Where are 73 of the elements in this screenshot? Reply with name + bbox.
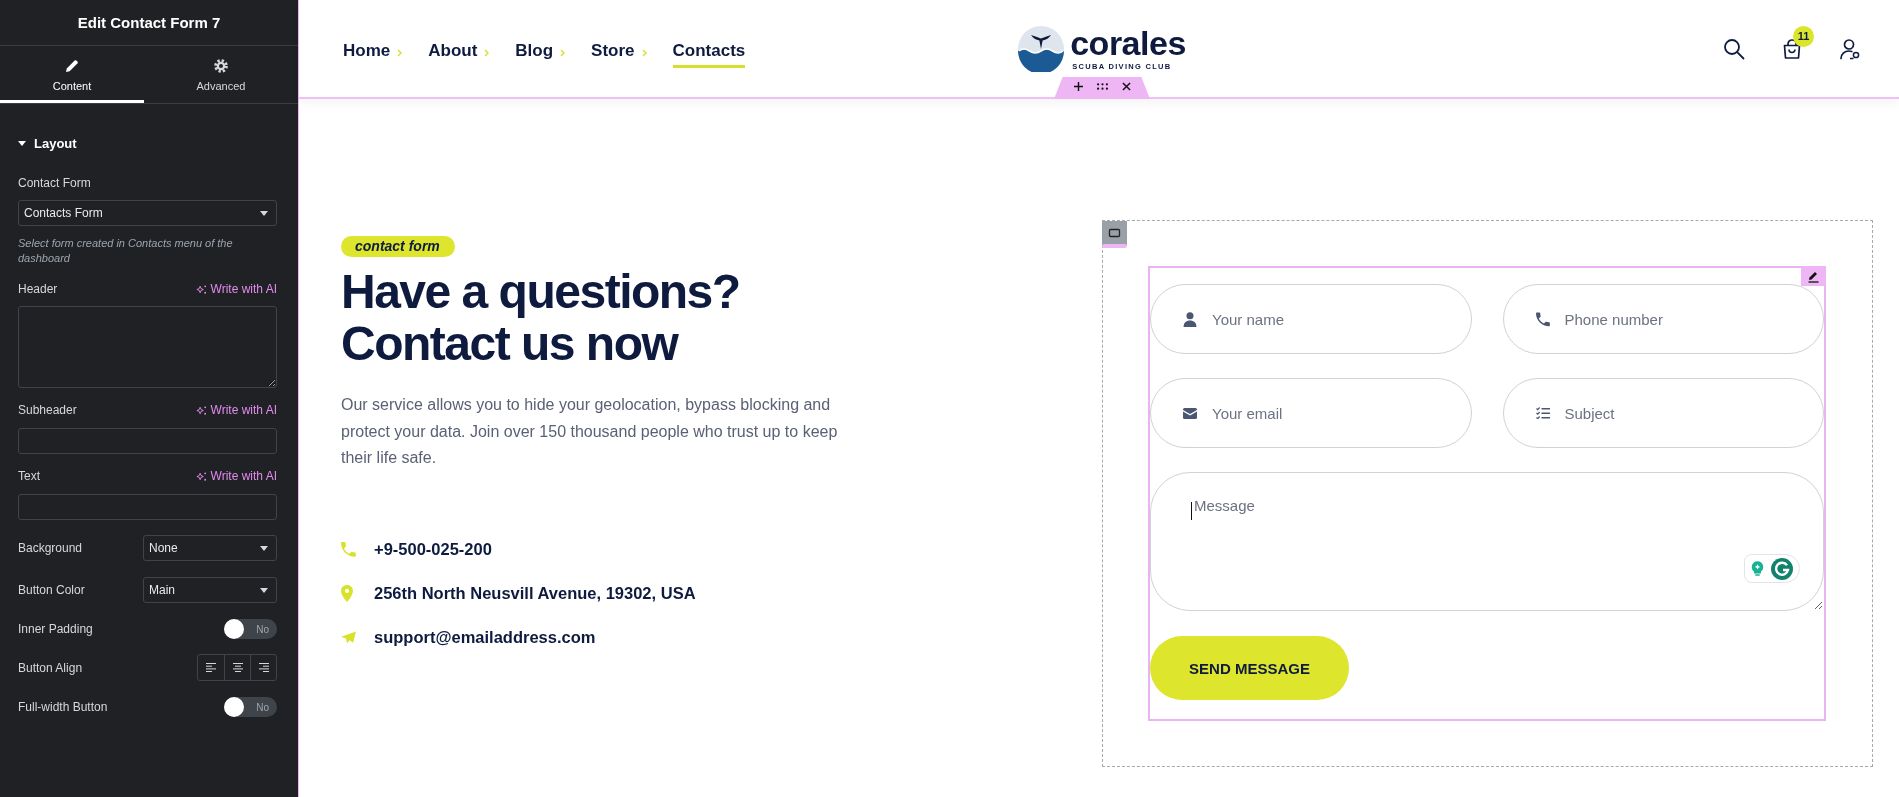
panel-tab[interactable]: Content	[0, 46, 144, 103]
pencil-icon	[65, 58, 79, 73]
field-label: Inner Padding	[18, 622, 93, 636]
intro-paragraph: Our service allows you to hide your geolocation, bypass blocking and protect your data. Join over 150 thousand people who trust up to keep their life safe.	[341, 395, 839, 468]
field-label: Header	[18, 282, 58, 296]
nav-link[interactable]: Store	[591, 37, 647, 68]
dropdown[interactable]: Main	[143, 577, 277, 603]
panel-title: Edit Contact Form 7	[77, 14, 221, 31]
phone-number-text: +9-500-025-200	[374, 539, 492, 559]
toggle-switch[interactable]: No	[224, 619, 277, 639]
cart-count-badge: 11	[1793, 25, 1814, 47]
caret-down-icon	[260, 587, 268, 593]
close-icon[interactable]	[1121, 81, 1131, 91]
nav-link[interactable]: Blog	[515, 37, 566, 68]
text-input-field[interactable]	[18, 428, 277, 454]
write-with-ai-link[interactable]: Write with AI	[195, 282, 277, 296]
write-with-ai-link[interactable]: Write with AI	[195, 469, 277, 483]
sparkle-icon	[195, 283, 207, 295]
gear-icon	[214, 58, 228, 73]
align-left-icon	[206, 663, 216, 672]
whale-tail-logo-icon	[1018, 25, 1065, 72]
checklist-icon	[1535, 407, 1550, 419]
search-icon[interactable]	[1723, 37, 1745, 60]
dropdown[interactable]: Contacts Form	[18, 200, 277, 226]
write-with-ai-link[interactable]: Write with AI	[195, 403, 277, 417]
page-heading: Have a questions? Contact us now	[341, 266, 741, 370]
align-center-icon	[232, 663, 243, 672]
panel-tab[interactable]: Advanced	[144, 46, 298, 103]
send-message-button[interactable]: SEND MESSAGE	[1150, 636, 1349, 700]
lightbulb-icon[interactable]	[1751, 560, 1765, 577]
text-field[interactable]: Your name	[1150, 284, 1472, 354]
user-icon	[1183, 312, 1197, 327]
caret-icon	[18, 141, 26, 146]
section-tag: contact form	[341, 236, 455, 257]
help-text: Select form created in Contacts menu of the dashboard	[18, 236, 234, 266]
nav-link[interactable]: Home	[343, 37, 403, 68]
nav-link[interactable]: Contacts	[672, 37, 746, 68]
envelope-icon	[1183, 408, 1197, 419]
field-label: Full-width Button	[18, 700, 108, 714]
field-label: Subheader	[18, 403, 77, 417]
map-pin-icon	[341, 584, 353, 602]
caret-down-icon	[260, 545, 268, 551]
edit-pencil-icon[interactable]	[1801, 266, 1826, 286]
paper-plane-icon	[341, 629, 356, 645]
align-right-icon	[258, 663, 269, 672]
caret-down-icon	[260, 210, 268, 216]
sparkle-icon	[195, 470, 207, 482]
section-toggle[interactable]: Layout	[18, 136, 77, 151]
user-icon[interactable]	[1839, 37, 1861, 60]
field-label: Background	[18, 541, 83, 555]
text-field[interactable]: Phone number	[1502, 284, 1824, 354]
text-field[interactable]: Subject	[1502, 378, 1824, 448]
brand-name: corales	[1070, 26, 1186, 60]
field-label: Button Align	[18, 660, 83, 675]
drag-handle-icon[interactable]	[1096, 82, 1108, 90]
field-label: Button Color	[18, 583, 85, 597]
plus-icon[interactable]	[1073, 81, 1083, 91]
column-handle-icon[interactable]	[1102, 221, 1127, 248]
field-label: Contact Form	[18, 176, 92, 190]
phone-icon	[341, 541, 356, 557]
dropdown[interactable]: None	[143, 535, 277, 561]
field-label: Text	[18, 469, 40, 483]
sparkle-icon	[195, 404, 207, 416]
phone-icon	[1535, 312, 1550, 327]
text-input-field[interactable]	[18, 494, 277, 520]
text-field[interactable]: Your email	[1150, 378, 1472, 448]
toggle-switch[interactable]: No	[224, 697, 277, 717]
address-text: 256th North Neusvill Avenue, 19302, USA	[374, 583, 696, 603]
g-circle-icon[interactable]	[1770, 557, 1793, 580]
nav-link[interactable]: About	[428, 37, 490, 68]
message-field[interactable]: Message	[1150, 472, 1824, 611]
email-text: support@emailaddress.com	[374, 627, 596, 647]
textarea-field[interactable]	[18, 306, 277, 388]
